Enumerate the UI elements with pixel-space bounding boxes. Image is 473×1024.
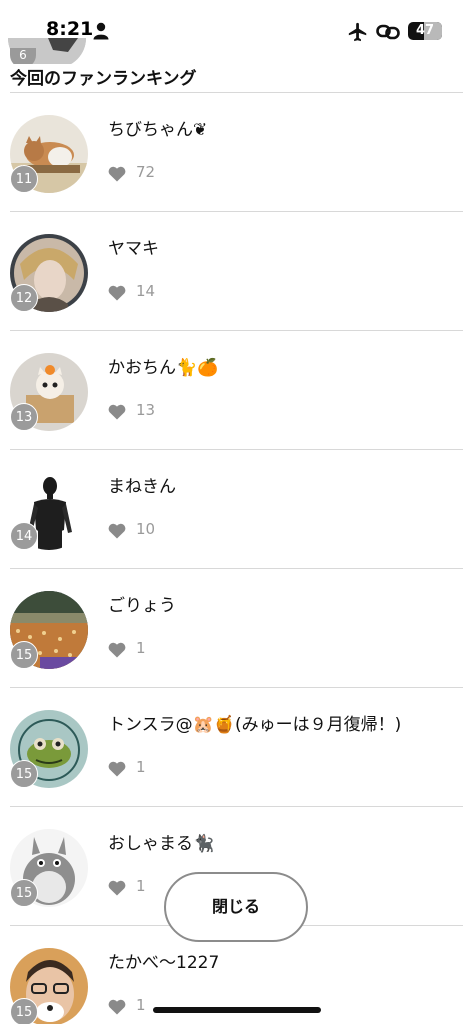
fan-name: ごりょう (108, 596, 176, 616)
fan-name: おしゃまる🐈‍⬛ (108, 834, 215, 854)
rank-badge: 14 (10, 522, 38, 550)
ranking-row[interactable]: 12 ヤマキ 14 (0, 212, 473, 330)
rank-badge: 15 (10, 879, 38, 907)
ranking-row[interactable]: 15 ごりょう 1 (0, 569, 473, 687)
rank-badge: 15 (10, 641, 38, 669)
ranking-row[interactable]: 15 トンスラ@🐹🍯(みゅーは９月復帰！) 1 (0, 688, 473, 806)
close-button[interactable]: 閉じる (164, 872, 308, 942)
ranking-row[interactable]: 13 かおちん🐈🍊 13 (0, 331, 473, 449)
heart-icon (108, 523, 126, 539)
like-count: 72 (136, 163, 156, 181)
section-title: 今回のファンランキング (10, 64, 201, 89)
battery-icon: 47 (408, 22, 442, 40)
rank-badge: 15 (10, 760, 38, 788)
like-count: 1 (136, 639, 146, 657)
fan-name: トンスラ@🐹🍯(みゅーは９月復帰！) (108, 715, 402, 735)
like-count: 1 (136, 877, 146, 895)
like-count: 10 (136, 520, 156, 538)
heart-icon (108, 642, 126, 658)
like-count: 14 (136, 282, 156, 300)
status-time: 8:21 (46, 18, 94, 40)
fan-name: ヤマキ (108, 239, 159, 259)
rank-badge: 12 (10, 284, 38, 312)
link-icon (376, 24, 400, 40)
heart-icon (108, 285, 126, 301)
rank-badge: 11 (10, 165, 38, 193)
fan-name: まねきん (108, 477, 176, 497)
ranking-row[interactable]: 11 ちびちゃん❦ 72 (0, 93, 473, 211)
heart-icon (108, 880, 126, 896)
heart-icon (108, 999, 126, 1015)
heart-icon (108, 404, 126, 420)
fan-name: かおちん🐈🍊 (108, 358, 219, 378)
person-icon (93, 22, 109, 40)
battery-level: 47 (415, 23, 435, 38)
fan-name: たかべ〜1227 (108, 953, 220, 973)
rank-badge: 13 (10, 403, 38, 431)
like-count: 13 (136, 401, 156, 419)
rank-badge: 15 (10, 998, 38, 1024)
heart-icon (108, 761, 126, 777)
like-count: 1 (136, 996, 146, 1014)
ranking-row[interactable]: 14 まねきん 10 (0, 450, 473, 568)
heart-icon (108, 166, 126, 182)
fan-name: ちびちゃん❦ (108, 120, 208, 140)
home-indicator[interactable] (153, 1007, 321, 1013)
airplane-icon (348, 22, 367, 42)
like-count: 1 (136, 758, 146, 776)
